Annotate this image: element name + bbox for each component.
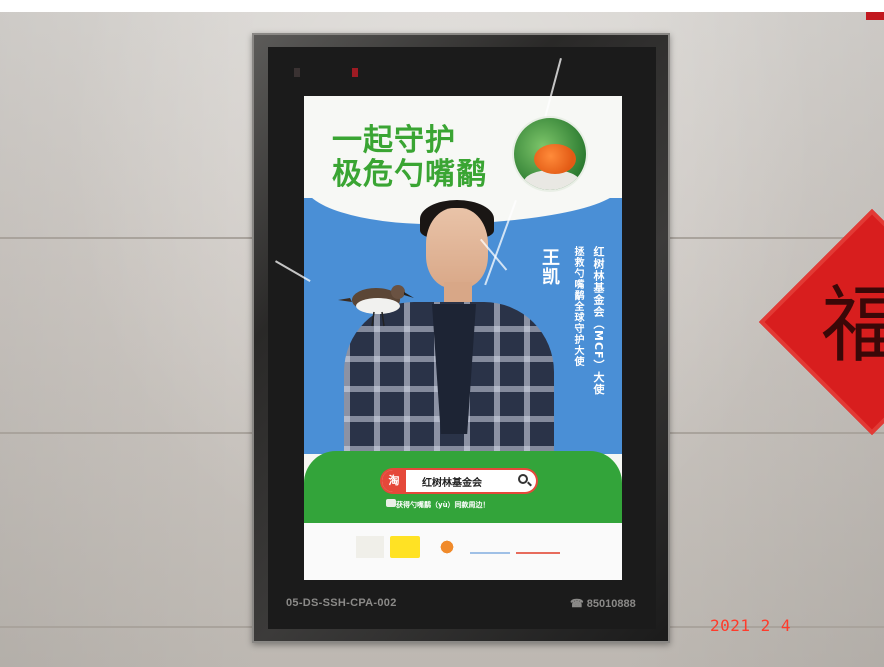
search-query: 红树林基金会 bbox=[422, 478, 482, 489]
headline-line-1: 一起守护 bbox=[332, 123, 456, 158]
ambassador-title-2: 拯救勺嘴鹬全球守护大使 bbox=[572, 246, 583, 367]
tile-seam bbox=[670, 432, 884, 434]
frame-phone: ☎ 85010888 bbox=[570, 598, 636, 610]
red-accent bbox=[866, 12, 884, 20]
frame-tag bbox=[294, 68, 300, 77]
poster-tagline: 获得勺嘴鹬（yù）同款周边！ bbox=[396, 501, 490, 509]
bird-decoration bbox=[534, 144, 576, 174]
frame-code: 05-DS-SSH-CPA-002 bbox=[286, 597, 397, 609]
taobao-logo-icon: 淘 bbox=[382, 470, 406, 492]
top-border bbox=[0, 0, 884, 12]
gift-icon bbox=[386, 499, 396, 507]
sponsor-logo-icon bbox=[470, 544, 510, 554]
sponsor-logo-icon bbox=[356, 536, 384, 558]
sponsor-logo-icon bbox=[436, 536, 458, 558]
sponsor-logo-icon bbox=[516, 544, 560, 554]
search-icon bbox=[518, 474, 528, 484]
fu-character: 福 bbox=[820, 276, 884, 374]
headline-line-2: 极危勺嘴鹬 bbox=[332, 157, 487, 192]
frame-tag-red bbox=[352, 68, 358, 77]
shorebird-illustration bbox=[338, 285, 414, 327]
photo-scene: 福 一起守护 极危勺嘴鹬 王凯 红树林基金会（MCF）大使 拯救勺嘴鹬全球守护大… bbox=[0, 0, 884, 667]
poster: 一起守护 极危勺嘴鹬 王凯 红树林基金会（MCF）大使 拯救勺嘴鹬全球守护大使 … bbox=[304, 96, 622, 580]
poster-headline: 一起守护 极危勺嘴鹬 bbox=[332, 124, 487, 192]
ambassador-name: 王凯 bbox=[539, 248, 560, 286]
date-stamp: 2021 2 4 bbox=[710, 616, 792, 635]
person-face bbox=[426, 208, 488, 288]
sponsor-logo-icon bbox=[390, 536, 420, 558]
sponsor-logos bbox=[356, 536, 576, 562]
ambassador-title-1: 红树林基金会（MCF）大使 bbox=[592, 246, 605, 396]
tile-seam bbox=[0, 237, 252, 239]
tile-seam bbox=[0, 432, 252, 434]
bird-photo bbox=[514, 118, 586, 190]
